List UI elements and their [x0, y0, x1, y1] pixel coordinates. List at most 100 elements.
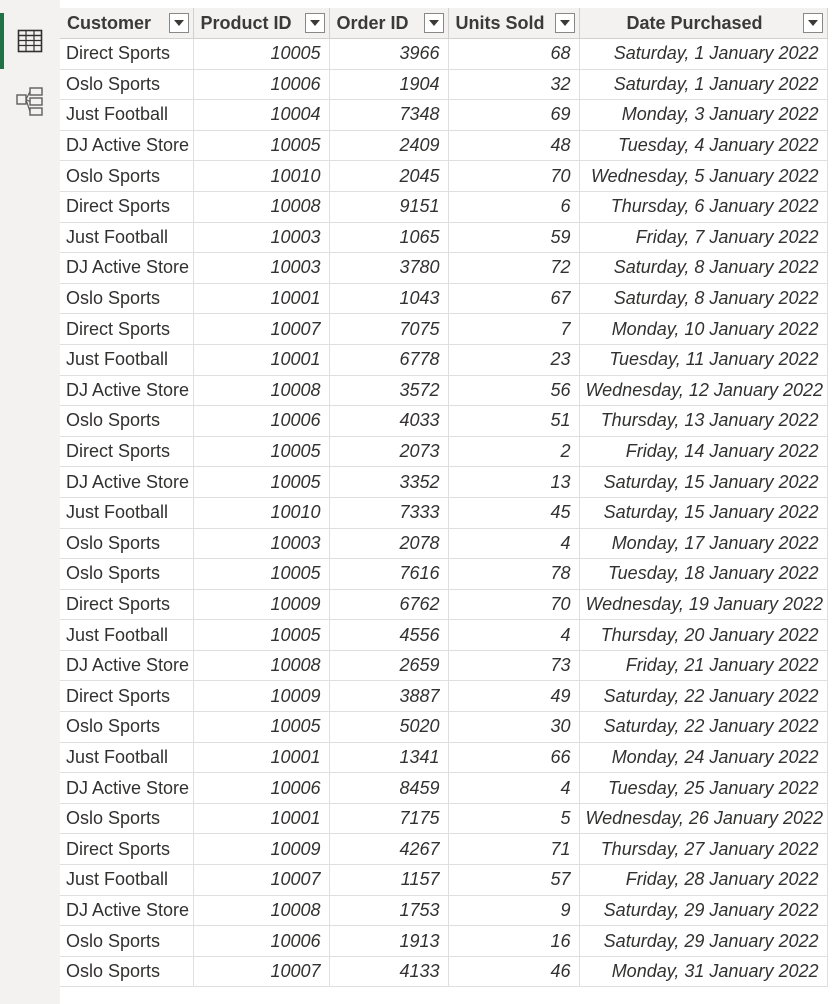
date-purchased-cell[interactable]: Wednesday, 12 January 2022: [579, 375, 828, 407]
units-sold-cell[interactable]: 9: [448, 895, 580, 927]
order-id-cell[interactable]: 4033: [329, 405, 449, 437]
customer-cell[interactable]: Just Football: [60, 222, 194, 254]
date-purchased-cell[interactable]: Friday, 28 January 2022: [579, 864, 828, 896]
order-id-cell[interactable]: 2073: [329, 436, 449, 468]
units-sold-cell[interactable]: 71: [448, 833, 580, 866]
date-purchased-cell[interactable]: Saturday, 1 January 2022: [579, 69, 828, 101]
order-id-cell[interactable]: 7348: [329, 99, 449, 131]
table-row[interactable]: Oslo Sports 10006 1913 16 Saturday, 29 Janua…: [60, 925, 828, 957]
customer-cell[interactable]: Just Football: [60, 619, 194, 651]
date-purchased-cell[interactable]: Saturday, 22 January 2022: [579, 711, 828, 743]
product-id-cell[interactable]: 10001: [193, 803, 330, 835]
table-row[interactable]: Just Football 10001 6778 23 Tuesday, 11 Janu…: [60, 344, 828, 376]
units-sold-cell[interactable]: 49: [448, 680, 580, 713]
date-purchased-cell[interactable]: Friday, 21 January 2022: [579, 650, 828, 682]
date-purchased-cell[interactable]: Tuesday, 18 January 2022: [579, 558, 828, 590]
customer-cell[interactable]: Direct Sports: [60, 589, 194, 621]
date-purchased-cell[interactable]: Monday, 31 January 2022: [579, 956, 828, 988]
table-row[interactable]: Just Football 10003 1065 59 Friday, 7 Januar…: [60, 222, 828, 254]
units-sold-cell[interactable]: 56: [448, 375, 580, 407]
order-id-cell[interactable]: 2659: [329, 650, 449, 682]
table-row[interactable]: Oslo Sports 10006 4033 51 Thursday, 13 Janua…: [60, 405, 828, 437]
table-row[interactable]: Just Football 10004 7348 69 Monday, 3 Januar…: [60, 99, 828, 131]
customer-cell[interactable]: Oslo Sports: [60, 558, 194, 590]
order-id-cell[interactable]: 1753: [329, 895, 449, 927]
units-sold-cell[interactable]: 46: [448, 956, 580, 988]
order-id-cell[interactable]: 3572: [329, 375, 449, 407]
table-row[interactable]: Direct Sports 10005 3966 68 Saturday, 1 Janu…: [60, 38, 828, 70]
column-header-customer[interactable]: Customer: [60, 8, 194, 39]
order-id-cell[interactable]: 3780: [329, 252, 449, 284]
customer-cell[interactable]: Direct Sports: [60, 38, 194, 70]
units-sold-cell[interactable]: 7: [448, 313, 580, 345]
customer-cell[interactable]: DJ Active Store: [60, 895, 194, 927]
order-id-cell[interactable]: 5020: [329, 711, 449, 743]
product-id-cell[interactable]: 10005: [193, 466, 330, 498]
units-sold-cell[interactable]: 5: [448, 803, 580, 835]
product-id-cell[interactable]: 10004: [193, 99, 330, 131]
date-purchased-cell[interactable]: Tuesday, 11 January 2022: [579, 344, 828, 376]
product-id-cell[interactable]: 10008: [193, 895, 330, 927]
units-sold-cell[interactable]: 70: [448, 160, 580, 192]
order-id-cell[interactable]: 2078: [329, 528, 449, 560]
date-purchased-cell[interactable]: Thursday, 20 January 2022: [579, 619, 828, 651]
product-id-cell[interactable]: 10005: [193, 558, 330, 590]
date-purchased-cell[interactable]: Saturday, 29 January 2022: [579, 895, 828, 927]
date-purchased-cell[interactable]: Wednesday, 19 January 2022: [579, 589, 828, 621]
customer-cell[interactable]: Oslo Sports: [60, 803, 194, 835]
order-id-cell[interactable]: 7333: [329, 497, 449, 529]
units-sold-cell[interactable]: 48: [448, 130, 580, 162]
table-row[interactable]: Oslo Sports 10003 2078 4 Monday, 17 January …: [60, 528, 828, 560]
date-purchased-cell[interactable]: Monday, 10 January 2022: [579, 313, 828, 345]
product-id-cell[interactable]: 10003: [193, 252, 330, 284]
order-id-cell[interactable]: 2045: [329, 160, 449, 192]
model-view-button[interactable]: [0, 73, 60, 129]
date-purchased-cell[interactable]: Thursday, 6 January 2022: [579, 191, 828, 223]
column-header-product-id[interactable]: Product ID: [193, 8, 330, 39]
table-row[interactable]: Oslo Sports 10005 7616 78 Tuesday, 18 Januar…: [60, 558, 828, 590]
table-row[interactable]: Direct Sports 10007 7075 7 Monday, 10 Januar…: [60, 313, 828, 345]
date-purchased-cell[interactable]: Friday, 7 January 2022: [579, 222, 828, 254]
date-purchased-cell[interactable]: Saturday, 15 January 2022: [579, 466, 828, 498]
customer-cell[interactable]: Oslo Sports: [60, 405, 194, 437]
product-id-cell[interactable]: 10006: [193, 405, 330, 437]
date-purchased-cell[interactable]: Tuesday, 4 January 2022: [579, 130, 828, 162]
order-id-cell[interactable]: 7075: [329, 313, 449, 345]
column-header-date-purchased[interactable]: Date Purchased: [579, 8, 828, 39]
date-purchased-cell[interactable]: Thursday, 27 January 2022: [579, 833, 828, 866]
product-id-cell[interactable]: 10006: [193, 925, 330, 957]
date-purchased-cell[interactable]: Saturday, 8 January 2022: [579, 283, 828, 315]
units-sold-cell[interactable]: 32: [448, 69, 580, 101]
order-id-cell[interactable]: 4267: [329, 833, 449, 866]
units-sold-cell[interactable]: 78: [448, 558, 580, 590]
order-id-cell[interactable]: 1065: [329, 222, 449, 254]
customer-cell[interactable]: DJ Active Store: [60, 772, 194, 804]
units-sold-cell[interactable]: 59: [448, 222, 580, 254]
product-id-cell[interactable]: 10007: [193, 313, 330, 345]
table-row[interactable]: DJ Active Store 10005 3352 13 Saturday, 15 J…: [60, 466, 828, 498]
table-row[interactable]: DJ Active Store 10008 2659 73 Friday, 21 Jan…: [60, 650, 828, 682]
units-sold-cell[interactable]: 2: [448, 436, 580, 468]
date-purchased-cell[interactable]: Wednesday, 5 January 2022: [579, 160, 828, 192]
product-id-cell[interactable]: 10006: [193, 772, 330, 804]
filter-dropdown-button[interactable]: [304, 13, 325, 33]
order-id-cell[interactable]: 6778: [329, 344, 449, 376]
table-row[interactable]: Oslo Sports 10001 1043 67 Saturday, 8 Januar…: [60, 283, 828, 315]
table-row[interactable]: Oslo Sports 10010 2045 70 Wednesday, 5 Janua…: [60, 160, 828, 192]
customer-cell[interactable]: Just Football: [60, 99, 194, 131]
units-sold-cell[interactable]: 67: [448, 283, 580, 315]
units-sold-cell[interactable]: 69: [448, 99, 580, 131]
customer-cell[interactable]: Just Football: [60, 742, 194, 774]
customer-cell[interactable]: Oslo Sports: [60, 69, 194, 101]
units-sold-cell[interactable]: 13: [448, 466, 580, 498]
customer-cell[interactable]: Oslo Sports: [60, 283, 194, 315]
table-row[interactable]: Oslo Sports 10007 4133 46 Monday, 31 January…: [60, 956, 828, 988]
customer-cell[interactable]: DJ Active Store: [60, 650, 194, 682]
table-row[interactable]: Just Football 10001 1341 66 Monday, 24 Janua…: [60, 742, 828, 774]
order-id-cell[interactable]: 1913: [329, 925, 449, 957]
customer-cell[interactable]: Oslo Sports: [60, 160, 194, 192]
filter-dropdown-button[interactable]: [168, 13, 189, 33]
order-id-cell[interactable]: 7616: [329, 558, 449, 590]
units-sold-cell[interactable]: 4: [448, 528, 580, 560]
product-id-cell[interactable]: 10001: [193, 344, 330, 376]
